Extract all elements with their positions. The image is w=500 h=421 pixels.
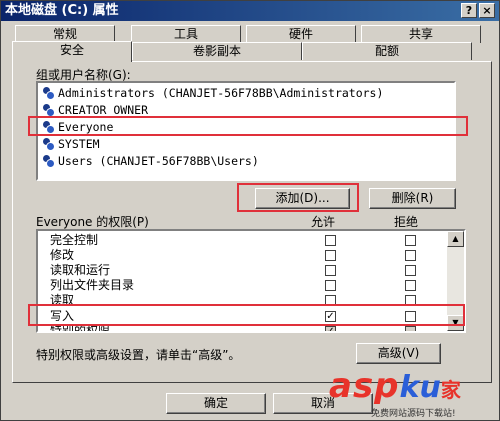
list-item[interactable]: Administrators (CHANJET-56F78BB\Administ…	[42, 85, 383, 102]
help-button[interactable]: ?	[461, 3, 477, 18]
permissions-label: Everyone 的权限(P)	[36, 215, 149, 229]
permission-row: 完全控制	[38, 233, 448, 248]
list-item[interactable]: Everyone	[42, 119, 113, 136]
permission-row: 列出文件夹目录	[38, 278, 448, 293]
close-icon: ×	[482, 4, 492, 17]
tab-quota[interactable]: 配额	[302, 42, 472, 60]
deny-checkbox[interactable]	[405, 265, 416, 276]
deny-checkbox[interactable]	[405, 250, 416, 261]
help-icon: ?	[465, 4, 473, 17]
user-list[interactable]: Administrators (CHANJET-56F78BB\Administ…	[36, 81, 456, 181]
title-bar: 本地磁盘 (C:) 属性 ? ×	[1, 1, 499, 21]
allow-checkbox[interactable]	[325, 280, 336, 291]
window-title: 本地磁盘 (C:) 属性	[5, 3, 119, 18]
tab-hardware[interactable]: 硬件	[246, 25, 356, 43]
scroll-down-icon[interactable]: ▼	[447, 315, 464, 331]
permission-row: 写入 ✓	[38, 309, 448, 324]
user-group-icon	[42, 104, 56, 117]
deny-checkbox[interactable]	[405, 280, 416, 291]
list-item[interactable]: SYSTEM	[42, 136, 100, 153]
allow-checkbox[interactable]	[325, 295, 336, 306]
advanced-button[interactable]: 高级(V)	[356, 343, 441, 364]
user-group-icon	[42, 138, 56, 151]
permissions-list: 完全控制 修改 读取和运行 列出文件夹目录 读取 写入 ✓ 特别的权限 ✓ ▲ …	[36, 229, 466, 333]
user-group-icon	[42, 155, 56, 168]
allow-checkbox[interactable]: ✓	[325, 311, 336, 322]
deny-checkbox[interactable]	[405, 295, 416, 306]
close-button[interactable]: ×	[479, 3, 495, 18]
deny-checkbox	[405, 326, 416, 331]
list-item[interactable]: CREATOR OWNER	[42, 102, 148, 119]
properties-dialog: 本地磁盘 (C:) 属性 ? × 常规 工具 硬件 共享 安全 卷影副本 配额 …	[0, 0, 500, 421]
tab-shadow-copies[interactable]: 卷影副本	[132, 42, 302, 60]
permission-row: 读取和运行	[38, 263, 448, 278]
deny-header: 拒绝	[394, 215, 419, 229]
scroll-up-icon[interactable]: ▲	[447, 231, 464, 247]
permissions-scrollbar[interactable]: ▲ ▼	[447, 231, 464, 331]
allow-checkbox[interactable]	[325, 235, 336, 246]
allow-header: 允许	[311, 215, 336, 229]
watermark-logo: aspku家 免费网站源码下载站!	[329, 366, 461, 419]
advanced-note: 特别权限或高级设置，请单击“高级”。	[36, 348, 241, 362]
user-group-icon	[42, 121, 56, 134]
remove-button[interactable]: 删除(R)	[369, 188, 456, 209]
permission-row: 修改	[38, 248, 448, 263]
deny-checkbox[interactable]	[405, 311, 416, 322]
user-group-icon	[42, 87, 56, 100]
tab-sharing[interactable]: 共享	[361, 25, 481, 43]
permission-row: 特别的权限 ✓	[38, 324, 448, 331]
ok-button[interactable]: 确定	[166, 393, 266, 414]
deny-checkbox[interactable]	[405, 235, 416, 246]
allow-checkbox: ✓	[325, 326, 336, 331]
tab-tools[interactable]: 工具	[131, 25, 241, 43]
allow-checkbox[interactable]	[325, 265, 336, 276]
list-item[interactable]: Users (CHANJET-56F78BB\Users)	[42, 153, 259, 170]
permission-row: 读取	[38, 293, 448, 308]
tab-security[interactable]: 安全	[12, 41, 132, 62]
allow-checkbox[interactable]	[325, 250, 336, 261]
add-button[interactable]: 添加(D)...	[255, 188, 350, 209]
